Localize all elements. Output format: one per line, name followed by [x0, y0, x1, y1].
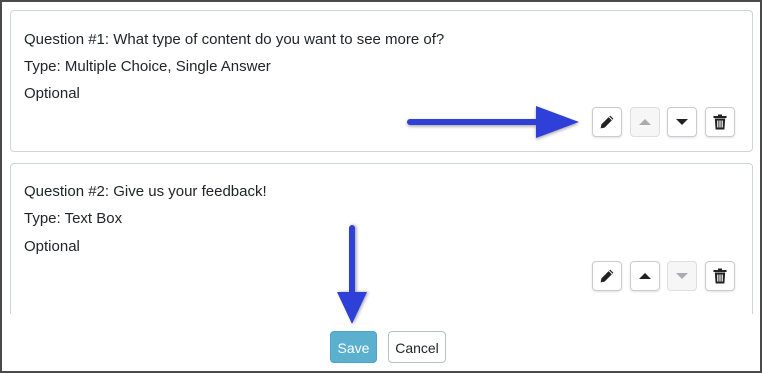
cancel-button[interactable]: Cancel: [388, 331, 446, 363]
trash-icon: [713, 268, 727, 284]
move-down-button[interactable]: [667, 107, 697, 137]
caret-down-icon: [676, 273, 688, 279]
caret-up-icon: [639, 119, 651, 125]
move-down-button[interactable]: [667, 261, 697, 291]
question-required-status: Optional: [24, 238, 80, 255]
caret-down-icon: [676, 119, 688, 125]
delete-question-button[interactable]: [705, 107, 735, 137]
question-card-1: Question #1: What type of content do you…: [10, 10, 753, 152]
pencil-icon: [600, 269, 614, 283]
pencil-icon: [600, 115, 614, 129]
question-type: Type: Multiple Choice, Single Answer: [24, 58, 271, 75]
survey-questions-panel: Question #1: What type of content do you…: [0, 0, 762, 373]
question-title: Question #2: Give us your feedback!: [24, 183, 267, 200]
caret-up-icon: [639, 273, 651, 279]
delete-question-button[interactable]: [705, 261, 735, 291]
move-up-button[interactable]: [630, 261, 660, 291]
move-up-button[interactable]: [630, 107, 660, 137]
save-button[interactable]: Save: [330, 331, 377, 363]
edit-question-button[interactable]: [592, 107, 622, 137]
question-type: Type: Text Box: [24, 210, 123, 227]
edit-question-button[interactable]: [592, 261, 622, 291]
question-title: Question #1: What type of content do you…: [24, 31, 445, 48]
question-card-2: Question #2: Give us your feedback! Type…: [10, 163, 753, 314]
trash-icon: [713, 114, 727, 130]
question-required-status: Optional: [24, 85, 80, 102]
